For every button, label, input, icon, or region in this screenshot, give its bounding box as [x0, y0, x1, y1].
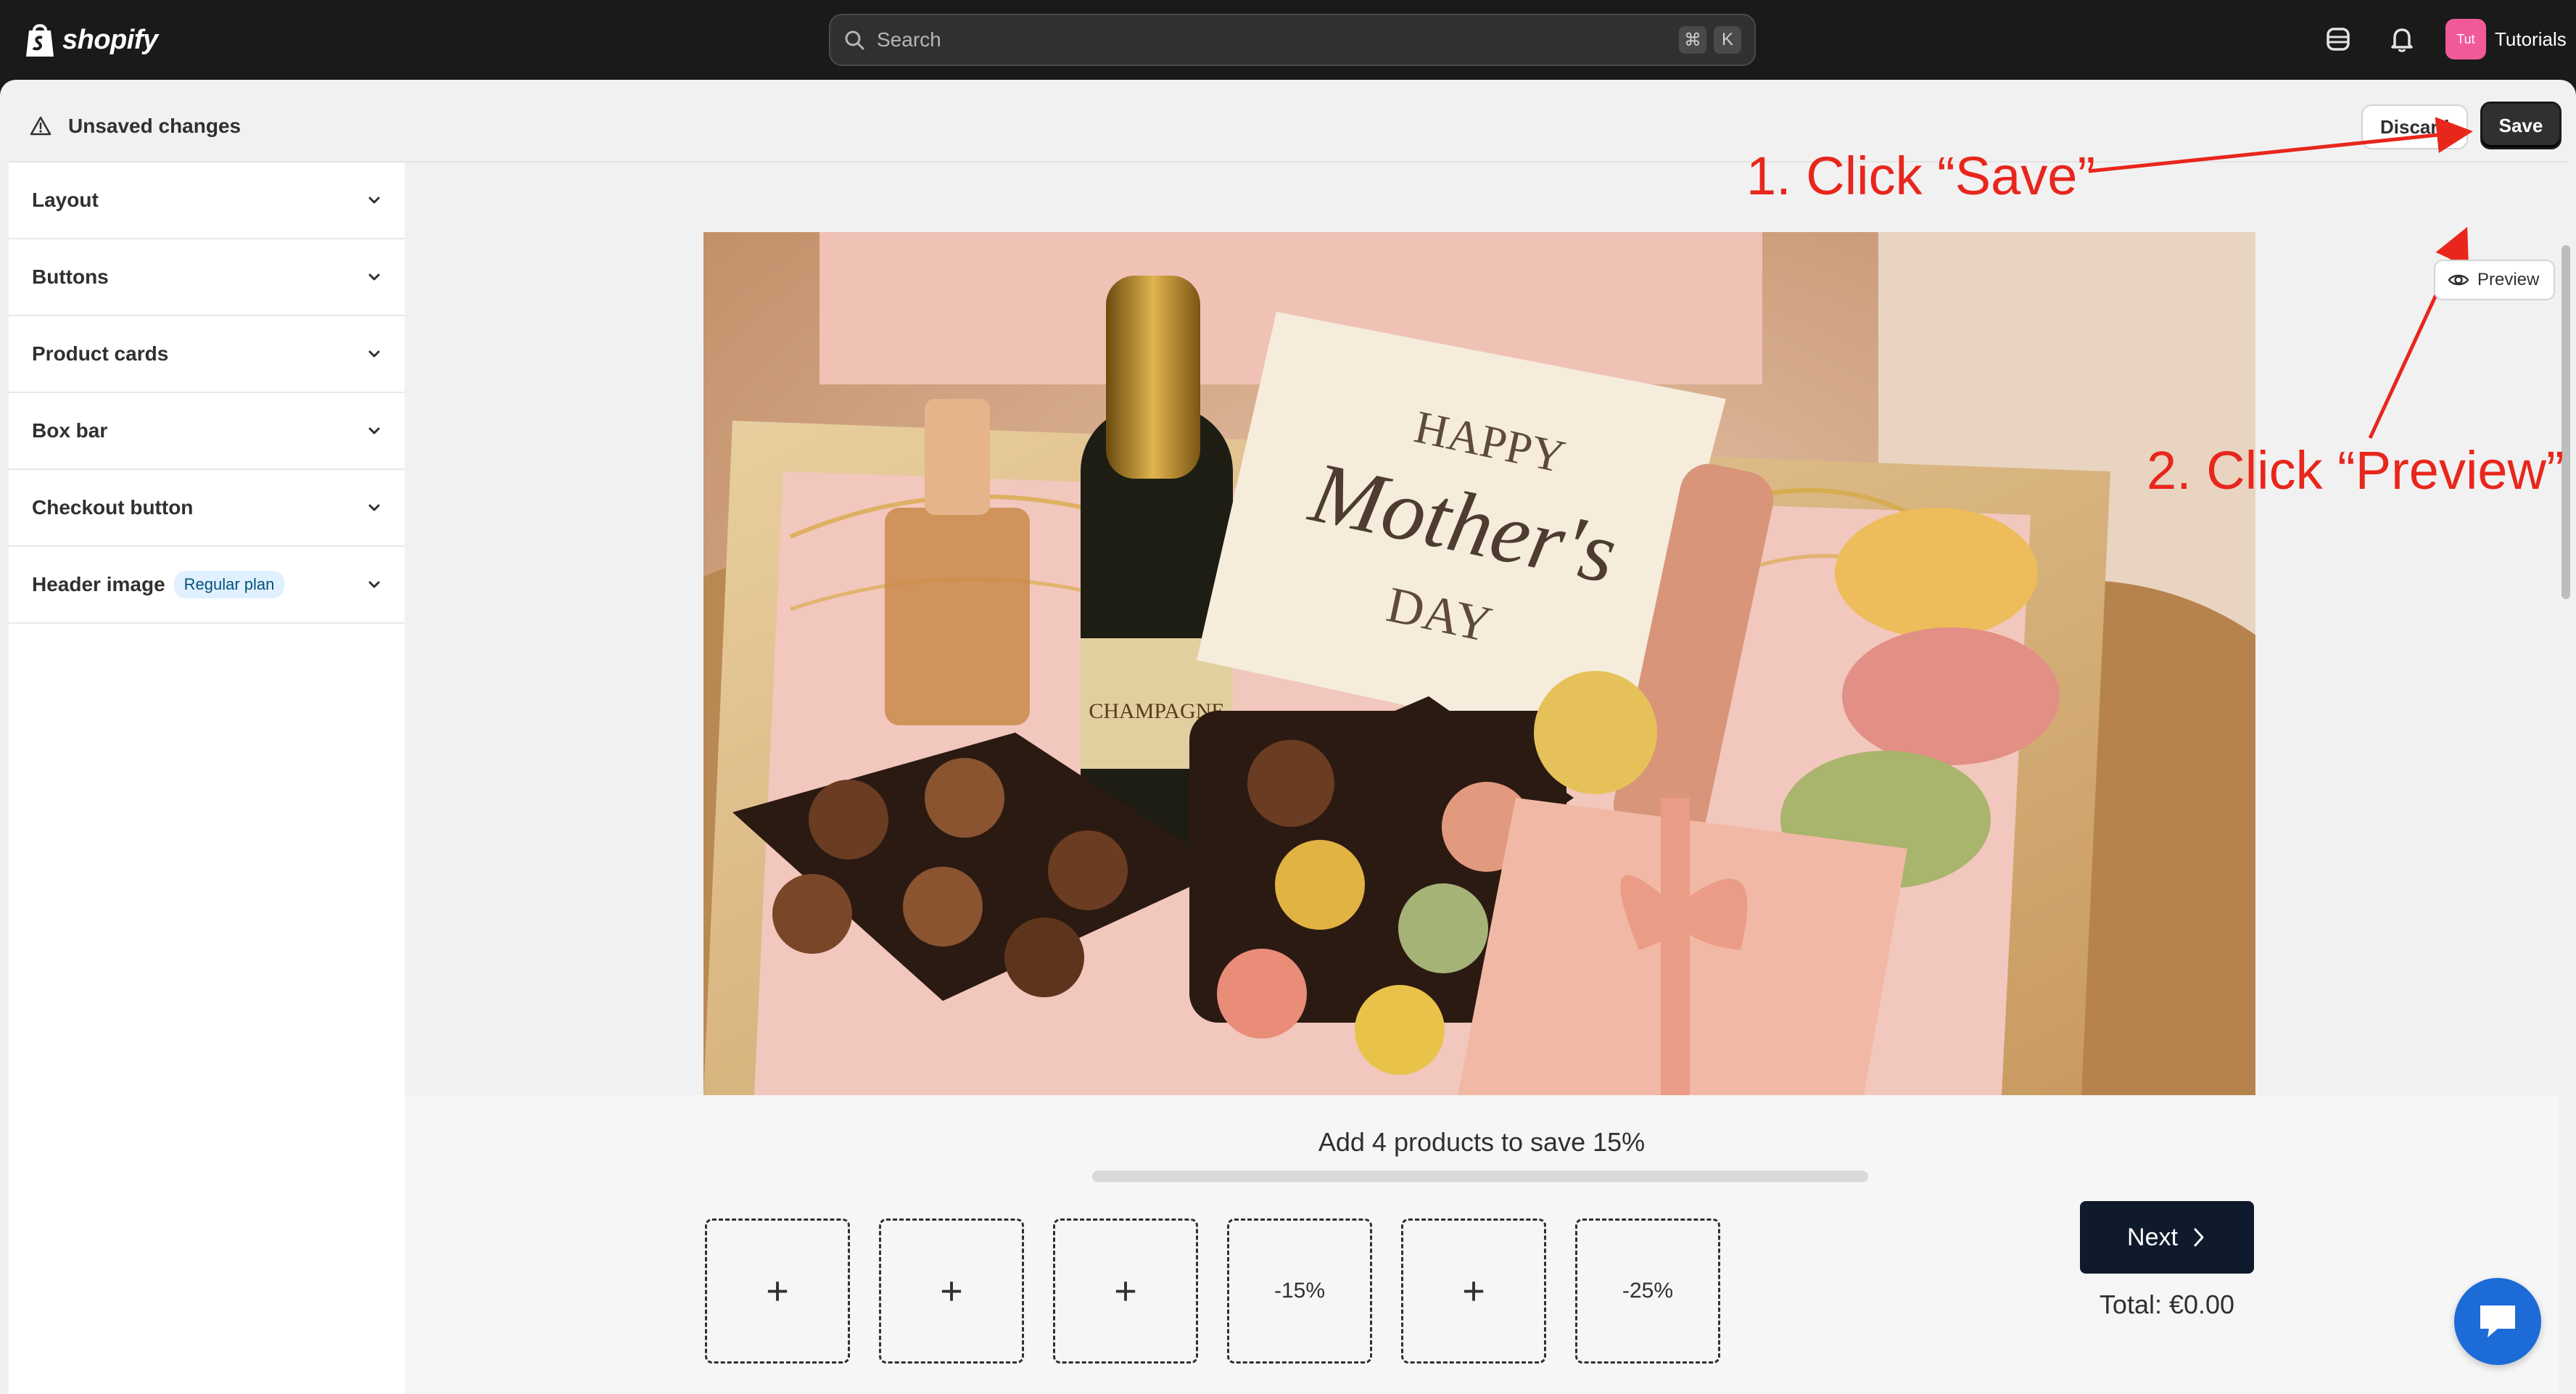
gift-box-illustration: CHAMPAGNE HAPPY Mother's DAY: [703, 232, 2255, 1095]
discount-label: -15%: [1273, 1279, 1326, 1303]
annotation-step-2: 2. Click “Preview”: [2147, 440, 2564, 500]
chat-icon: [2480, 1306, 2515, 1337]
accordion-label: Box bar: [32, 419, 108, 442]
plus-icon: +: [766, 1269, 789, 1313]
save-button[interactable]: Save: [2480, 102, 2561, 149]
progress-bar: [1092, 1171, 1868, 1182]
scrollbar[interactable]: [2561, 245, 2570, 599]
product-slot[interactable]: +: [879, 1218, 1024, 1364]
search-input[interactable]: Search ⌘ K: [829, 14, 1756, 66]
accordion-product-cards[interactable]: Product cards: [9, 316, 405, 393]
plus-icon: +: [1462, 1269, 1485, 1313]
plus-icon: +: [1114, 1269, 1137, 1313]
top-bar: shopify Search ⌘ K Tut Tutorials: [0, 0, 2576, 80]
total-price: Total: €0.00: [2099, 1290, 2235, 1319]
unsaved-changes-label: Unsaved changes: [68, 115, 242, 137]
shortcut-key-k: K: [1714, 26, 1741, 54]
accordion-box-bar[interactable]: Box bar: [9, 393, 405, 470]
chevron-down-icon: [368, 427, 380, 434]
settings-sidebar: Layout Buttons Product cards Box bar Che…: [9, 162, 405, 1394]
product-slot[interactable]: +: [1053, 1218, 1198, 1364]
plus-icon: +: [940, 1269, 963, 1313]
accordion-label: Header image: [32, 573, 165, 595]
avatar: Tut: [2445, 19, 2486, 59]
header-image: CHAMPAGNE HAPPY Mother's DAY: [703, 232, 2255, 1095]
next-label: Next: [2127, 1223, 2178, 1251]
logo-text: shopify: [62, 24, 158, 55]
shopify-bag-icon: [26, 24, 54, 57]
discount-label: -25%: [1622, 1279, 1674, 1303]
search-icon: [845, 30, 864, 50]
chevron-down-icon: [368, 273, 380, 281]
accordion-label: Layout: [32, 189, 99, 211]
shortcut-key-cmd: ⌘: [1679, 26, 1706, 54]
preview-button[interactable]: Preview: [2434, 260, 2556, 300]
discard-button[interactable]: Discard: [2361, 104, 2469, 149]
contextual-save-bar: Unsaved changes Discard Save: [9, 91, 2567, 162]
discount-slot[interactable]: -25%: [1575, 1218, 1720, 1364]
user-menu[interactable]: Tut Tutorials: [2445, 19, 2567, 59]
accordion-header-image[interactable]: Header image Regular plan: [9, 547, 405, 624]
chevron-down-icon: [368, 350, 380, 358]
accordion-layout[interactable]: Layout: [9, 162, 405, 239]
preview-label: Preview: [2477, 270, 2540, 289]
user-name: Tutorials: [2495, 28, 2567, 50]
accordion-label: Buttons: [32, 265, 109, 288]
accordion-buttons[interactable]: Buttons: [9, 239, 405, 316]
product-slot[interactable]: +: [705, 1218, 850, 1364]
eye-icon: [2448, 274, 2469, 286]
chevron-down-icon: [368, 197, 380, 204]
next-button[interactable]: Next: [2080, 1201, 2254, 1274]
chevron-down-icon: [368, 581, 380, 588]
bell-icon[interactable]: [2387, 25, 2416, 54]
search-placeholder: Search: [877, 28, 941, 51]
annotation-step-1: 1. Click “Save”: [1746, 146, 2096, 206]
chat-button[interactable]: [2454, 1278, 2541, 1365]
box-bar: Add 4 products to save 15% + + + -15% + …: [405, 1095, 2559, 1394]
discount-slot[interactable]: -15%: [1227, 1218, 1372, 1364]
accordion-label: Checkout button: [32, 496, 194, 519]
accordion-label: Product cards: [32, 342, 169, 365]
database-icon[interactable]: [2324, 25, 2353, 54]
chevron-right-icon: [2194, 1228, 2204, 1247]
shopify-logo[interactable]: shopify: [25, 20, 158, 59]
product-slot[interactable]: +: [1401, 1218, 1546, 1364]
progress-text: Add 4 products to save 15%: [1318, 1127, 1646, 1157]
plan-badge: Regular plan: [173, 571, 285, 598]
chevron-down-icon: [368, 504, 380, 511]
accordion-checkout-button[interactable]: Checkout button: [9, 470, 405, 547]
warning-icon: [30, 116, 51, 136]
